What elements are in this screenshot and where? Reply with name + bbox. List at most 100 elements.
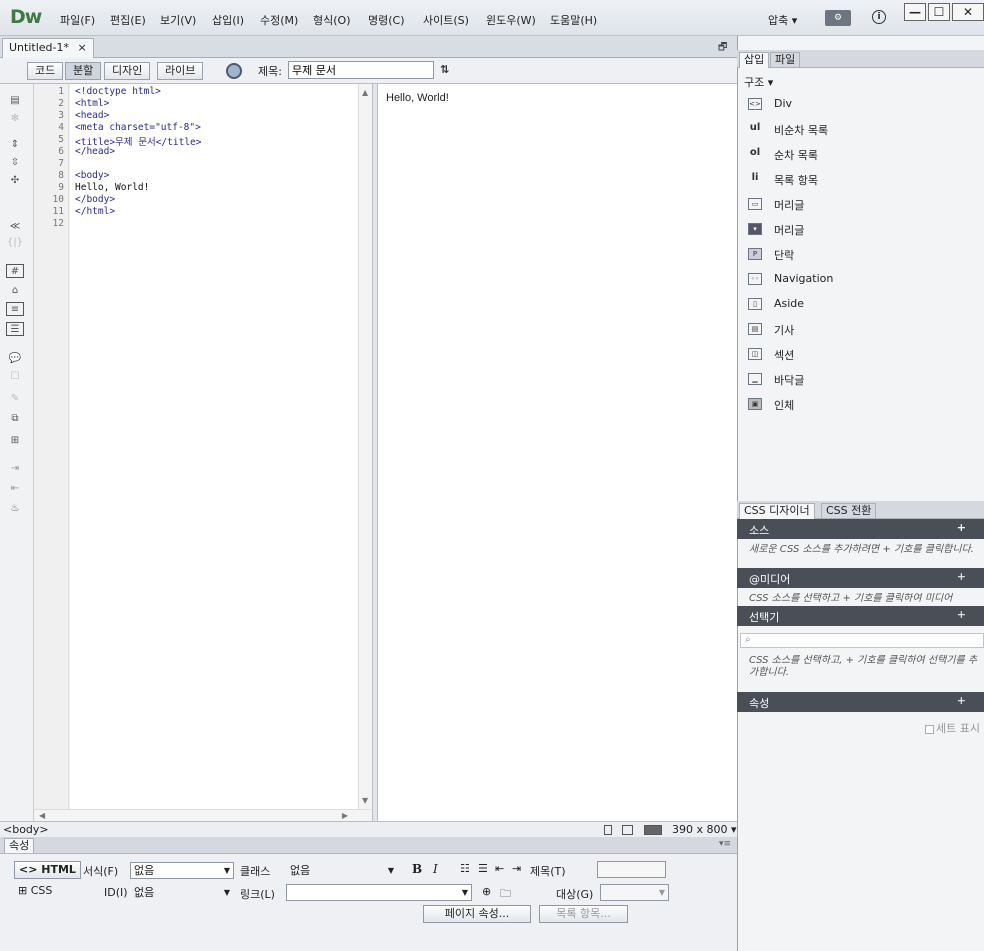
indent-icon[interactable]: ⇥	[512, 862, 521, 875]
menu-site[interactable]: 사이트(S)	[423, 12, 469, 28]
outdent-icon[interactable]: ⇤	[495, 862, 504, 875]
class-select[interactable]: 없음 ▼	[286, 862, 398, 879]
menu-format[interactable]: 형식(O)	[313, 12, 350, 28]
tab-files[interactable]: 파일	[770, 52, 801, 68]
insert-item-label: 머리글	[774, 224, 805, 237]
properties-panel: <> HTML ⊞ CSS 서식(F) 없음 ▼ 클래스 없음 ▼ B I ☷ ☰ …	[0, 854, 737, 951]
menu-file[interactable]: 파일(F)	[60, 12, 95, 28]
live-view-button[interactable]: 라이브	[157, 62, 204, 80]
menu-modify[interactable]: 수정(M)	[260, 12, 298, 28]
ordered-list-icon[interactable]: ☰	[478, 862, 488, 875]
code-line: </head>	[75, 146, 116, 157]
menu-window[interactable]: 윈도우(W)	[486, 12, 536, 28]
select-parent-tag-icon[interactable]: ≪	[6, 220, 24, 234]
syntax-coloring-icon[interactable]: ☰	[6, 322, 24, 336]
balance-braces-icon[interactable]: {|}	[6, 236, 24, 250]
tag-selector[interactable]: <body>	[3, 823, 49, 836]
html-mode-button[interactable]: <> HTML	[14, 861, 81, 879]
code-vertical-scrollbar[interactable]: ▲ ▼	[358, 84, 372, 809]
add-selector-icon[interactable]: +	[957, 608, 966, 621]
maximize-button[interactable]: ☐	[928, 3, 950, 21]
workspace-switcher[interactable]: 압축 ▾	[768, 12, 797, 28]
folder-icon[interactable]: 🗀	[500, 885, 511, 904]
tab-insert[interactable]: 삽입	[739, 52, 770, 68]
menu-help[interactable]: 도움말(H)	[550, 12, 597, 28]
close-button[interactable]: ✕	[952, 3, 984, 21]
collapse-tag-icon[interactable]: ⇕	[6, 138, 24, 152]
indent-code-icon[interactable]: ⇥	[6, 462, 24, 476]
properties-tab[interactable]: 속성	[4, 838, 35, 853]
code-line: Hello, World!	[75, 182, 150, 193]
scroll-down-icon[interactable]: ▼	[362, 796, 368, 805]
media-hint: CSS 소스를 선택하고 + 기호를 클릭하여 미디어	[749, 593, 953, 603]
code-editor[interactable]: <!doctype html> <html> <head> <meta char…	[70, 84, 358, 809]
recent-snippets-icon[interactable]: ⧉	[6, 412, 24, 426]
minimize-button[interactable]: —	[904, 3, 926, 21]
menu-insert[interactable]: 삽입(I)	[212, 12, 244, 28]
selector-search-input[interactable]: ⌕	[740, 633, 984, 648]
insert-item-label: 인체	[774, 399, 795, 412]
add-property-icon[interactable]: +	[957, 694, 966, 707]
format-select[interactable]: 없음 ▼	[130, 862, 234, 879]
link-input[interactable]: ▼	[286, 884, 472, 901]
design-body-text[interactable]: Hello, World!	[386, 92, 449, 104]
tab-close-icon[interactable]: ×	[77, 41, 86, 54]
expand-all-icon[interactable]: ✣	[6, 174, 24, 188]
show-code-navigator-icon[interactable]: ✻	[6, 112, 24, 126]
highlight-invalid-code-icon[interactable]: ⌂	[6, 284, 24, 298]
id-select[interactable]: 없음 ▼	[130, 884, 234, 901]
css-mode-button[interactable]: ⊞ CSS	[18, 884, 52, 897]
desktop-size-icon[interactable]	[644, 825, 662, 835]
list-item-button[interactable]: 목록 항목...	[539, 905, 628, 923]
wrap-tag-icon[interactable]: ✎	[6, 392, 24, 406]
scroll-left-icon[interactable]: ◀	[39, 811, 45, 820]
line-number: 10	[52, 194, 64, 205]
add-media-icon[interactable]: +	[957, 570, 966, 583]
move-css-icon[interactable]: ⊞	[6, 434, 24, 448]
format-label: 서식(F)	[83, 865, 119, 878]
panel-menu-icon[interactable]: ▾≡	[719, 839, 731, 849]
show-set-checkbox[interactable]: 세트 표시	[925, 720, 980, 736]
design-view[interactable]: Hello, World!	[378, 84, 737, 821]
scroll-right-icon[interactable]: ▶	[342, 811, 348, 820]
title-attr-input[interactable]	[597, 861, 666, 878]
insert-category-select[interactable]: 구조 ▾	[744, 74, 773, 90]
code-horizontal-scrollbar[interactable]: ◀ ▶	[35, 809, 372, 821]
word-wrap-icon[interactable]: ≡	[6, 302, 24, 316]
apply-comment-icon[interactable]: 💬	[6, 352, 24, 366]
outdent-code-icon[interactable]: ⇤	[6, 482, 24, 496]
menu-edit[interactable]: 편집(E)	[110, 12, 146, 28]
title-input[interactable]	[288, 61, 434, 79]
tab-css-transitions[interactable]: CSS 전환	[821, 503, 877, 519]
collapse-selection-icon[interactable]: ⇳	[6, 156, 24, 170]
line-numbers-icon[interactable]: #	[6, 264, 24, 278]
info-icon[interactable]: i	[872, 10, 886, 24]
menu-commands[interactable]: 명령(C)	[368, 12, 405, 28]
remove-comment-icon[interactable]: ☐	[6, 370, 24, 384]
document-tab[interactable]: Untitled-1* ×	[2, 38, 94, 58]
point-to-file-icon[interactable]: ⊕	[482, 885, 491, 898]
scroll-up-icon[interactable]: ▲	[362, 88, 368, 97]
link-label: 링크(L)	[240, 888, 275, 901]
tab-css-designer[interactable]: CSS 디자이너	[739, 503, 815, 519]
menu-view[interactable]: 보기(V)	[160, 12, 196, 28]
target-select[interactable]: ▼	[600, 884, 669, 901]
window-size[interactable]: 390 x 800 ▾	[672, 823, 737, 836]
bold-button[interactable]: B	[412, 862, 422, 876]
mobile-size-icon[interactable]	[604, 825, 612, 835]
gear-icon[interactable]: ⚙	[825, 10, 851, 26]
code-view-button[interactable]: 코드	[27, 62, 64, 80]
globe-icon[interactable]	[226, 63, 242, 79]
open-documents-icon[interactable]: ▤	[6, 94, 24, 108]
italic-button[interactable]: I	[433, 862, 438, 876]
restore-icon[interactable]: 🗗	[718, 40, 727, 57]
page-properties-button[interactable]: 페이지 속성...	[423, 905, 531, 923]
line-number: 9	[58, 182, 64, 193]
unordered-list-icon[interactable]: ☷	[460, 862, 470, 875]
format-source-icon[interactable]: ♨	[6, 502, 24, 516]
design-view-button[interactable]: 디자인	[104, 62, 151, 80]
add-source-icon[interactable]: +	[957, 521, 966, 534]
file-management-icon[interactable]: ⇅	[440, 63, 449, 76]
split-view-button[interactable]: 분할	[65, 62, 102, 80]
tablet-size-icon[interactable]	[622, 825, 633, 835]
